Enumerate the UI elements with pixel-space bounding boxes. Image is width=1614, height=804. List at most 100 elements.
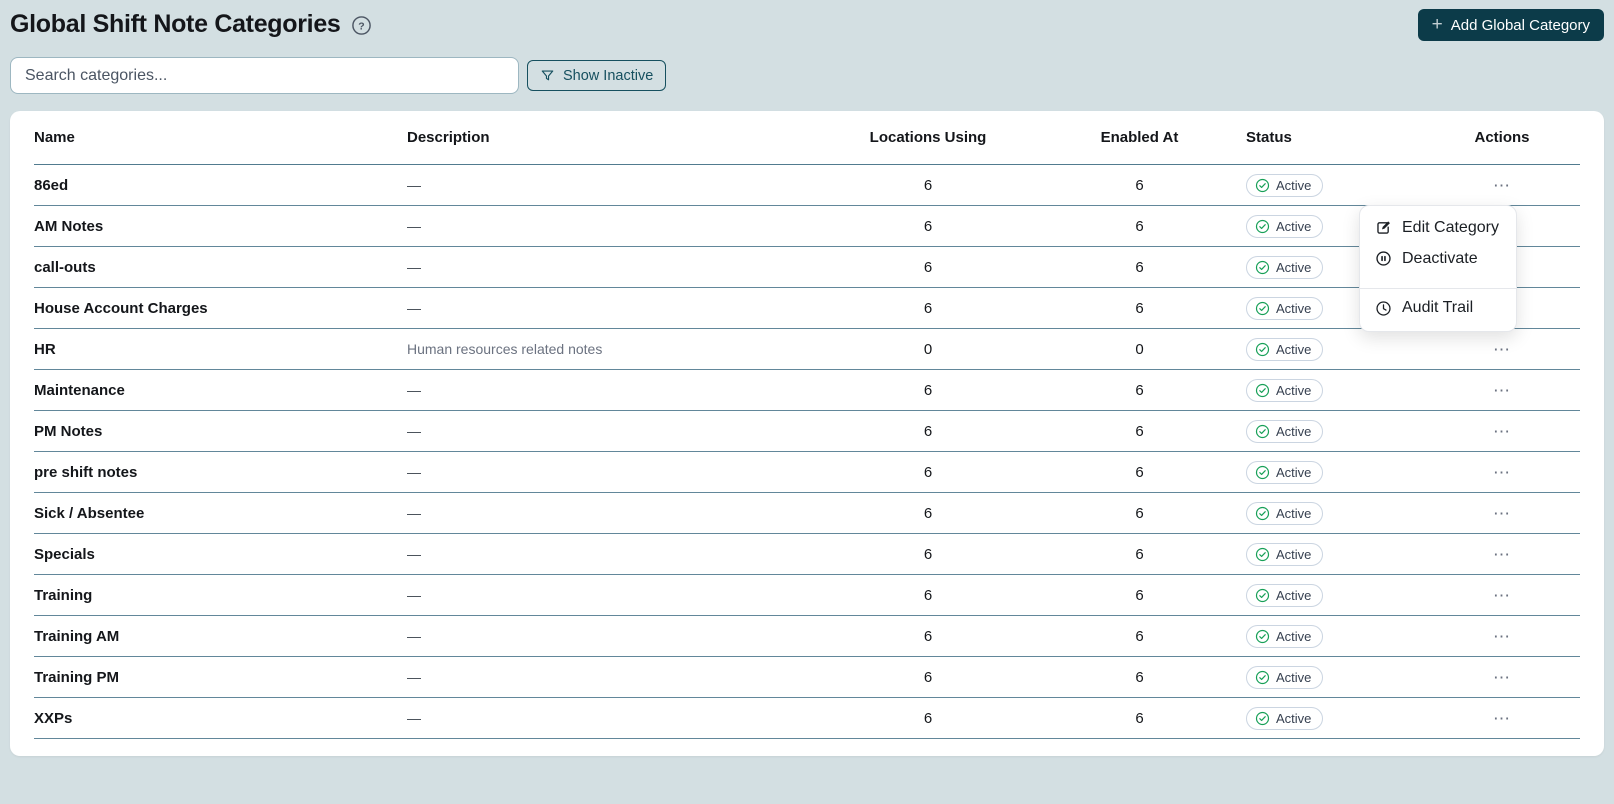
category-name: Training PM [34,668,120,686]
row-actions-button[interactable]: ⋯ [1487,708,1517,729]
category-name: Sick / Absentee [34,504,145,522]
category-name: House Account Charges [34,299,208,317]
table-row: Training PM — 6 6 Active ⋯ [34,657,1580,698]
status-label: Active [1276,300,1312,316]
enabled-at-value: 6 [1135,627,1144,645]
status-label: Active [1276,587,1312,603]
column-header-name: Name [34,129,75,146]
check-circle-icon [1255,342,1270,357]
category-description: — [407,505,421,521]
locations-using-value: 6 [923,381,933,399]
table-row: 86ed — 6 6 Active ⋯ [34,165,1580,206]
status-badge: Active [1246,624,1324,648]
check-circle-icon [1255,547,1270,562]
row-actions-button[interactable]: ⋯ [1487,380,1517,401]
plus-icon: + [1431,13,1443,35]
row-actions-button[interactable]: ⋯ [1487,421,1517,442]
locations-using-value: 6 [923,668,933,686]
category-description: — [407,177,421,193]
menu-item-label: Edit Category [1402,218,1499,236]
menu-item-audit-trail[interactable]: Audit Trail [1360,289,1516,327]
status-badge: Active [1246,255,1324,279]
locations-using-value: 6 [923,463,933,481]
table-row: AM Notes — 6 6 Active ⋯ [34,206,1580,247]
menu-spacer [1360,274,1516,288]
enabled-at-value: 6 [1135,545,1144,563]
status-label: Active [1276,341,1312,357]
category-name: pre shift notes [34,463,138,481]
locations-using-value: 6 [923,545,933,563]
category-description: — [407,259,421,275]
row-actions-button[interactable]: ⋯ [1487,339,1517,360]
table-row: House Account Charges — 6 6 Active ⋯ [34,288,1580,329]
category-name: call-outs [34,258,96,276]
row-actions-button[interactable]: ⋯ [1487,585,1517,606]
table-row: PM Notes — 6 6 Active ⋯ [34,411,1580,452]
enabled-at-value: 6 [1135,422,1144,440]
locations-using-value: 6 [923,627,933,645]
category-description: — [407,218,421,234]
row-actions-button[interactable]: ⋯ [1487,175,1517,196]
category-name: Maintenance [34,381,125,399]
menu-item-deactivate[interactable]: Deactivate [1360,243,1516,274]
search-input[interactable] [10,57,519,94]
status-label: Active [1276,177,1312,193]
status-badge: Active [1246,665,1324,689]
status-badge: Active [1246,173,1324,197]
toolbar: Show Inactive [10,57,1604,94]
status-badge: Active [1246,337,1324,361]
table-row: Sick / Absentee — 6 6 Active ⋯ [34,493,1580,534]
help-icon[interactable]: ? [351,15,372,36]
row-actions-button[interactable]: ⋯ [1487,626,1517,647]
menu-item-edit-category[interactable]: Edit Category [1360,212,1516,243]
status-label: Active [1276,669,1312,685]
status-label: Active [1276,464,1312,480]
status-label: Active [1276,628,1312,644]
table-row: Training AM — 6 6 Active ⋯ [34,616,1580,657]
enabled-at-value: 6 [1135,299,1144,317]
enabled-at-value: 6 [1135,463,1144,481]
check-circle-icon [1255,588,1270,603]
status-badge: Active [1246,583,1324,607]
category-name: PM Notes [34,422,103,440]
table-row: HR Human resources related notes 0 0 Act… [34,329,1580,370]
category-description: — [407,300,421,316]
status-label: Active [1276,546,1312,562]
status-badge: Active [1246,460,1324,484]
enabled-at-value: 6 [1135,381,1144,399]
show-inactive-label: Show Inactive [563,67,654,84]
category-name: Specials [34,545,95,563]
check-circle-icon [1255,301,1270,316]
row-actions-button[interactable]: ⋯ [1487,462,1517,483]
locations-using-value: 0 [923,340,933,358]
column-header-locations-using: Locations Using [869,129,987,146]
table-row: Specials — 6 6 Active ⋯ [34,534,1580,575]
enabled-at-value: 6 [1135,217,1144,235]
enabled-at-value: 6 [1135,586,1144,604]
check-circle-icon [1255,383,1270,398]
row-actions-button[interactable]: ⋯ [1487,667,1517,688]
row-actions-button[interactable]: ⋯ [1487,544,1517,565]
column-header-enabled-at: Enabled At [1100,129,1179,146]
add-global-category-button[interactable]: + Add Global Category [1417,9,1604,41]
check-circle-icon [1255,629,1270,644]
page: Global Shift Note Categories ? + Add Glo… [0,0,1614,756]
category-name: AM Notes [34,217,104,235]
table-header-row: Name Description Locations Using Enabled… [34,111,1580,165]
enabled-at-value: 0 [1135,340,1144,358]
category-description: — [407,382,421,398]
menu-item-label: Deactivate [1402,249,1478,267]
category-description: — [407,464,421,480]
show-inactive-button[interactable]: Show Inactive [527,60,667,91]
status-badge: Active [1246,419,1324,443]
status-label: Active [1276,423,1312,439]
category-name: HR [34,340,56,358]
row-actions-button[interactable]: ⋯ [1487,503,1517,524]
enabled-at-value: 6 [1135,709,1144,727]
category-name: Training AM [34,627,120,645]
status-label: Active [1276,505,1312,521]
category-description: — [407,628,421,644]
column-header-description: Description [407,129,490,146]
locations-using-value: 6 [923,709,933,727]
enabled-at-value: 6 [1135,176,1144,194]
